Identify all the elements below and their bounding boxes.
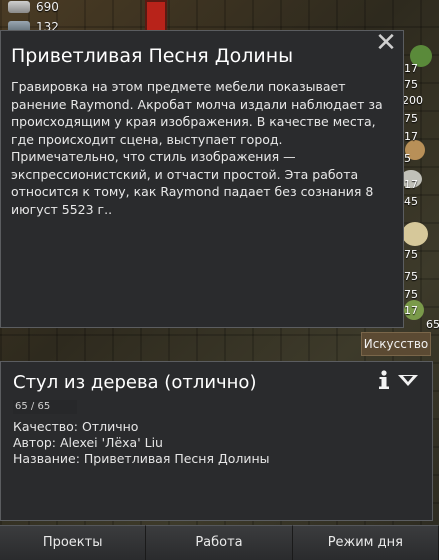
stack-count: 75 (404, 270, 418, 283)
art-name-line: Название: Приветливая Песня Долины (13, 451, 270, 466)
tab-work[interactable]: Работа (146, 525, 293, 560)
main-tab-bar: Проекты Работа Режим дня (0, 525, 439, 560)
stack-count: 75 (404, 112, 418, 125)
stack-count: 75 (404, 78, 418, 91)
close-icon[interactable]: ✕ (375, 30, 397, 56)
stack-count: 17 (404, 62, 418, 75)
art-description-text: Гравировка на этом предмете мебели показ… (11, 79, 383, 217)
selection-title: Стул из дерева (отлично) (13, 372, 257, 393)
stack-count: 65 (426, 318, 439, 331)
steel-icon (8, 1, 30, 13)
selection-panel: Стул из дерева (отлично) 65 / 65 Качеств… (0, 361, 433, 521)
stack-count: 75 (404, 248, 418, 261)
tab-art[interactable]: Искусство (361, 332, 431, 356)
food-item (402, 222, 428, 246)
stack-count: 17 (404, 178, 418, 191)
hit-points-bar: 65 / 65 (13, 400, 77, 414)
info-icon[interactable] (376, 370, 392, 390)
chevron-down-icon[interactable] (397, 373, 419, 387)
stack-count: 75 (404, 288, 418, 301)
stack-count: 17 (404, 130, 418, 143)
stack-count: 200 (402, 94, 423, 107)
art-description-window: Приветливая Песня Долины ✕ Гравировка на… (0, 30, 404, 328)
stack-count: 5 (404, 152, 411, 165)
stack-count: 17 (404, 304, 418, 317)
author-line: Автор: Alexei 'Лёха' Liu (13, 435, 163, 450)
resource-count: 690 (36, 0, 59, 14)
quality-line: Качество: Отлично (13, 419, 139, 434)
resource-steel: 690 (8, 0, 59, 14)
tab-schedule[interactable]: Режим дня (292, 525, 439, 560)
hit-points-text: 65 / 65 (15, 401, 51, 412)
stack-count: 45 (404, 195, 418, 208)
red-object[interactable] (145, 0, 167, 32)
tab-projects[interactable]: Проекты (0, 525, 147, 560)
popup-title: Приветливая Песня Долины (11, 45, 294, 67)
